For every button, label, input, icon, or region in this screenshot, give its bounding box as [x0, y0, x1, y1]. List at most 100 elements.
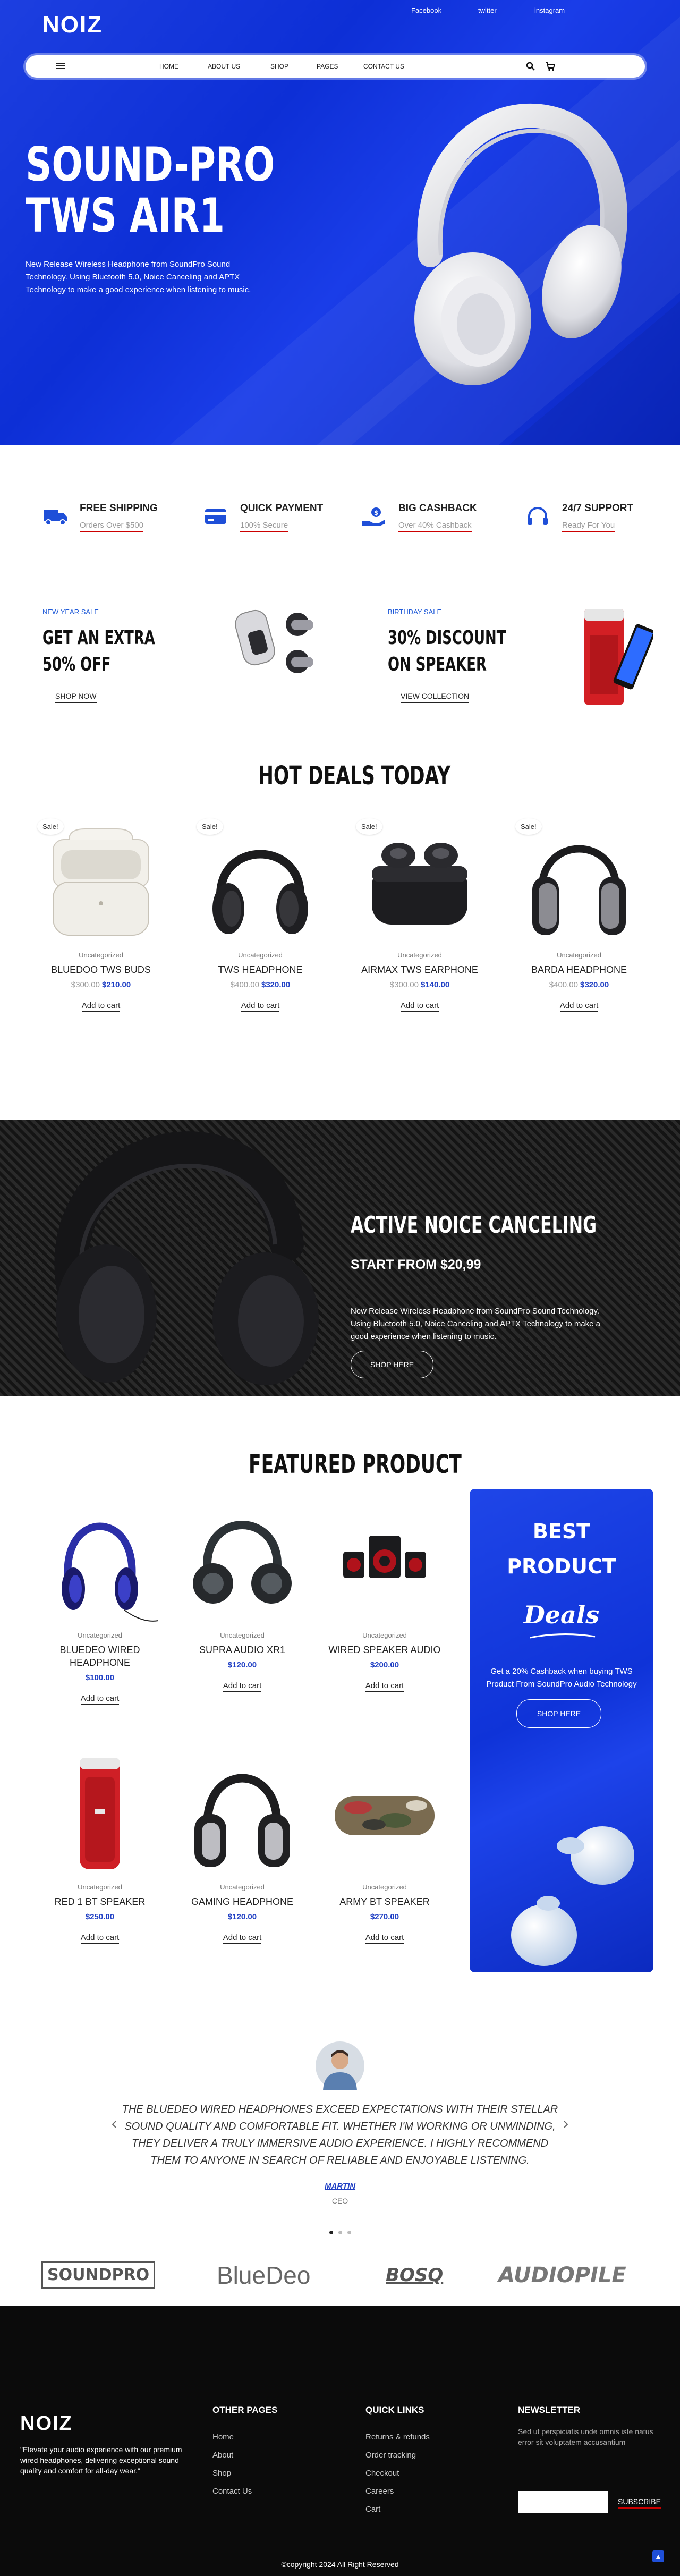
- product-name[interactable]: BLUEDEO WIRED HEADPHONE: [55, 1643, 145, 1669]
- social-facebook-link[interactable]: Facebook: [411, 6, 441, 14]
- promo-line1: GET AN EXTRA: [42, 627, 155, 649]
- nav-pages[interactable]: PAGES: [317, 63, 338, 70]
- shop-now-link[interactable]: SHOP NOW: [55, 692, 97, 703]
- product-category: Uncategorized: [78, 1631, 122, 1639]
- chevron-right-icon[interactable]: [563, 2120, 568, 2129]
- social-instagram-link[interactable]: instagram: [534, 6, 565, 14]
- banner-title: ACTIVE NOICE CANCELING: [351, 1211, 597, 1239]
- add-to-cart-button[interactable]: Add to cart: [400, 1001, 439, 1012]
- add-to-cart-button[interactable]: Add to cart: [365, 1681, 404, 1692]
- product-name[interactable]: BARDA HEADPHONE: [515, 963, 643, 976]
- product-name[interactable]: RED 1 BT SPEAKER: [36, 1895, 164, 1908]
- feature-subtitle: 100% Secure: [240, 521, 288, 532]
- carousel-dot[interactable]: [347, 2231, 351, 2234]
- product-name[interactable]: GAMING HEADPHONE: [178, 1895, 306, 1908]
- feature-quick-payment: QUICK PAYMENT 100% Secure: [203, 503, 352, 540]
- add-to-cart-button[interactable]: Add to cart: [80, 1933, 120, 1944]
- product-name[interactable]: BLUEDOO TWS BUDS: [37, 963, 165, 976]
- hero-description: New Release Wireless Headphone from Soun…: [26, 260, 251, 294]
- product-name[interactable]: TWS HEADPHONE: [197, 963, 324, 976]
- product-image-supra[interactable]: [178, 1498, 306, 1626]
- nav-home[interactable]: HOME: [159, 63, 178, 70]
- nav-about-us[interactable]: ABOUT US: [208, 63, 240, 70]
- brand-logo-bluedeo: BlueDeo: [217, 2261, 311, 2289]
- product-image-headphone[interactable]: [197, 818, 324, 946]
- footer-link-about[interactable]: About: [212, 2451, 233, 2460]
- product-card: Uncategorized WIRED SPEAKER AUDIO $200.0…: [321, 1498, 448, 1692]
- promo-heading: 30% DISCOUNT ON SPEAKER: [388, 625, 506, 678]
- add-to-cart-button[interactable]: Add to cart: [81, 1001, 121, 1012]
- subscribe-button[interactable]: SUBSCRIBE: [618, 2497, 661, 2509]
- add-to-cart-button[interactable]: Add to cart: [559, 1001, 599, 1012]
- product-image-army-speaker[interactable]: [321, 1750, 448, 1878]
- add-to-cart-button[interactable]: Add to cart: [223, 1681, 262, 1692]
- add-to-cart-button[interactable]: Add to cart: [365, 1933, 404, 1944]
- cart-icon[interactable]: [545, 62, 556, 71]
- sale-badge: Sale!: [197, 818, 223, 835]
- footer-link-shop[interactable]: Shop: [212, 2469, 231, 2478]
- product-name[interactable]: SUPRA AUDIO XR1: [178, 1643, 306, 1656]
- add-to-cart-button[interactable]: Add to cart: [223, 1933, 262, 1944]
- promo-heading: GET AN EXTRA 50% OFF: [42, 625, 155, 678]
- product-price: $300.00 $210.00: [37, 980, 165, 989]
- product-price: $400.00 $320.00: [197, 980, 324, 989]
- feature-subtitle: Ready For You: [562, 521, 615, 532]
- carousel-dot[interactable]: [329, 2231, 333, 2234]
- product-name[interactable]: ARMY BT SPEAKER: [321, 1895, 448, 1908]
- testimonial-quote: THE BLUEDEO WIRED HEADPHONES EXCEED EXPE…: [122, 2104, 558, 2166]
- product-name[interactable]: AIRMAX TWS EARPHONE: [356, 963, 483, 976]
- product-image-bluedeo[interactable]: [36, 1498, 164, 1626]
- deals-description: Get a 20% Cashback when buying TWS Produ…: [486, 1667, 637, 1689]
- chevron-left-icon[interactable]: [112, 2120, 117, 2129]
- view-collection-link[interactable]: VIEW COLLECTION: [401, 692, 470, 703]
- product-name[interactable]: WIRED SPEAKER AUDIO: [321, 1643, 448, 1656]
- product-image-red-speaker[interactable]: [36, 1750, 164, 1878]
- product-price: $300.00 $140.00: [356, 980, 483, 989]
- carousel-dot[interactable]: [338, 2231, 342, 2234]
- add-to-cart-button[interactable]: Add to cart: [80, 1694, 120, 1705]
- price-value: $200.00: [370, 1660, 400, 1670]
- sale-price: $320.00: [580, 980, 609, 989]
- scroll-to-top-button[interactable]: ▲: [652, 2550, 664, 2562]
- feature-support: 24/7 SUPPORT Ready For You: [525, 503, 674, 540]
- product-category: Uncategorized: [79, 951, 123, 959]
- footer-link-checkout[interactable]: Checkout: [366, 2469, 399, 2478]
- product-image-gaming[interactable]: [178, 1750, 306, 1878]
- price-value: $120.00: [227, 1660, 257, 1670]
- footer-link-cart[interactable]: Cart: [366, 2505, 380, 2514]
- product-price: $250.00: [36, 1912, 164, 1921]
- menu-icon[interactable]: [56, 63, 65, 69]
- site-footer: NOIZ "Elevate your audio experience with…: [0, 2306, 680, 2576]
- social-twitter-link[interactable]: twitter: [478, 6, 497, 14]
- promo-tag: BIRTHDAY SALE: [388, 608, 442, 616]
- product-image-buds[interactable]: [37, 818, 165, 946]
- nav-contact-us[interactable]: CONTACT US: [363, 63, 404, 70]
- search-icon[interactable]: [526, 62, 536, 71]
- footer-logo[interactable]: NOIZ: [20, 2412, 73, 2435]
- promo-line2: ON SPEAKER: [388, 654, 487, 675]
- product-image-earphone[interactable]: [356, 818, 483, 946]
- product-image-wired-speaker[interactable]: [321, 1498, 448, 1626]
- speaker-promo-image: [584, 609, 653, 705]
- deals-shop-button[interactable]: SHOP HERE: [516, 1699, 601, 1728]
- footer-link-returns[interactable]: Returns & refunds: [366, 2433, 430, 2442]
- main-navbar: HOME ABOUT US SHOP PAGES CONTACT US: [26, 55, 645, 78]
- sale-badge: Sale!: [37, 818, 64, 835]
- footer-link-contact[interactable]: Contact Us: [212, 2487, 252, 2496]
- add-to-cart-button[interactable]: Add to cart: [241, 1001, 280, 1012]
- footer-link-home[interactable]: Home: [212, 2433, 234, 2442]
- product-price: $100.00: [36, 1673, 164, 1682]
- newsletter-email-field[interactable]: [518, 2491, 608, 2513]
- banner-shop-button[interactable]: SHOP HERE: [351, 1351, 434, 1378]
- footer-link-order-tracking[interactable]: Order tracking: [366, 2451, 416, 2460]
- best-product-deals-card: BEST PRODUCT Deals Get a 20% Cashback wh…: [470, 1489, 653, 1972]
- product-card: Sale! Uncategorized BARDA HEADPHONE $400…: [515, 818, 643, 1012]
- nav-shop[interactable]: SHOP: [270, 63, 288, 70]
- product-card: Uncategorized ARMY BT SPEAKER $270.00 Ad…: [321, 1750, 448, 1944]
- old-price: $400.00: [230, 980, 259, 989]
- product-category: Uncategorized: [238, 951, 283, 959]
- site-logo[interactable]: NOIZ: [42, 12, 103, 38]
- footer-link-careers[interactable]: Careers: [366, 2487, 394, 2496]
- product-image-barda[interactable]: [515, 818, 643, 946]
- old-price: $400.00: [549, 980, 578, 989]
